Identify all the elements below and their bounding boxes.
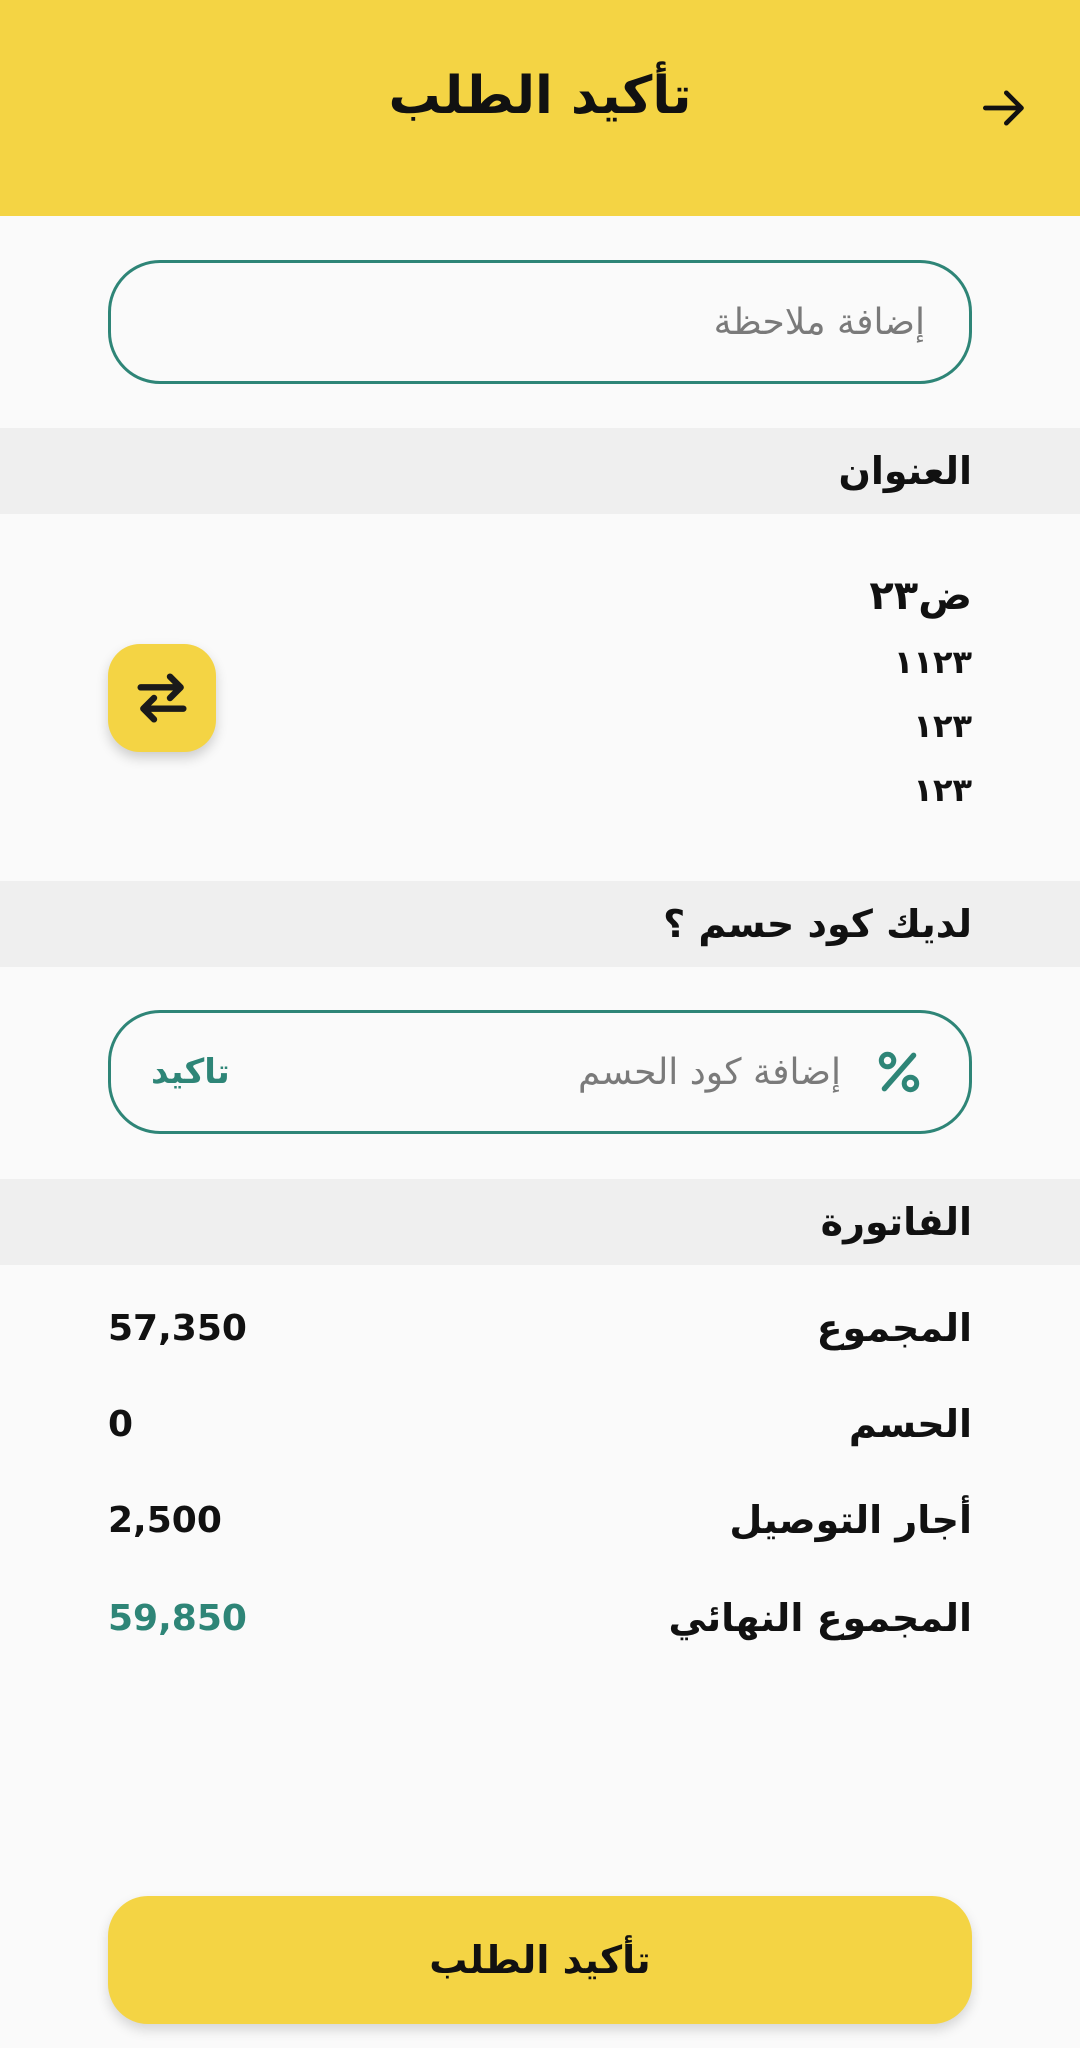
invoice-row-delivery: 2,500 أجار التوصيل (108, 1490, 972, 1550)
back-button[interactable] (972, 76, 1036, 140)
invoice-section-header: الفاتورة (0, 1179, 1080, 1265)
address-line-2: ١٢٣ (913, 707, 972, 745)
change-address-button[interactable] (108, 644, 216, 752)
address-section-header: العنوان (0, 428, 1080, 514)
promo-code-field[interactable]: تاكيد (108, 1010, 972, 1134)
promo-confirm-button[interactable]: تاكيد (151, 1052, 230, 1092)
invoice-row-discount: 0 الحسم (108, 1394, 972, 1454)
promo-code-input[interactable] (249, 1051, 841, 1093)
percent-icon (869, 1042, 929, 1102)
discount-label: الحسم (848, 1402, 972, 1446)
total-label: المجموع النهائي (668, 1596, 972, 1640)
note-input[interactable] (155, 301, 925, 343)
delivery-fee-value: 2,500 (108, 1499, 222, 1541)
address-details: ض٢٣ ١١٢٣ ١٢٣ ١٢٣ (472, 566, 972, 818)
order-confirmation-screen: تأكيد الطلب العنوان ض٢٣ ١١٢٣ ١٢٣ ١٢٣ لدي… (0, 0, 1080, 2048)
app-header: تأكيد الطلب (0, 0, 1080, 216)
address-line-1: ١١٢٣ (893, 643, 972, 681)
address-line-3: ١٢٣ (913, 771, 972, 809)
invoice-row-total: 59,850 المجموع النهائي (108, 1588, 972, 1648)
promo-section-title: لديك كود حسم ؟ (663, 902, 972, 946)
delivery-fee-label: أجار التوصيل (729, 1498, 972, 1542)
swap-arrows-icon (137, 673, 187, 723)
address-name: ض٢٣ (869, 573, 972, 619)
promo-section-header: لديك كود حسم ؟ (0, 881, 1080, 967)
arrow-right-icon (983, 90, 1024, 126)
subtotal-label: المجموع (816, 1306, 972, 1350)
confirm-order-label: تأكيد الطلب (429, 1938, 651, 1982)
invoice-row-subtotal: 57,350 المجموع (108, 1298, 972, 1358)
note-field[interactable] (108, 260, 972, 384)
confirm-order-button[interactable]: تأكيد الطلب (108, 1896, 972, 2024)
discount-value: 0 (108, 1403, 134, 1445)
invoice-section-title: الفاتورة (820, 1200, 972, 1244)
subtotal-value: 57,350 (108, 1307, 247, 1349)
total-value: 59,850 (108, 1597, 247, 1639)
page-title: تأكيد الطلب (388, 66, 692, 126)
address-section-title: العنوان (838, 449, 972, 493)
